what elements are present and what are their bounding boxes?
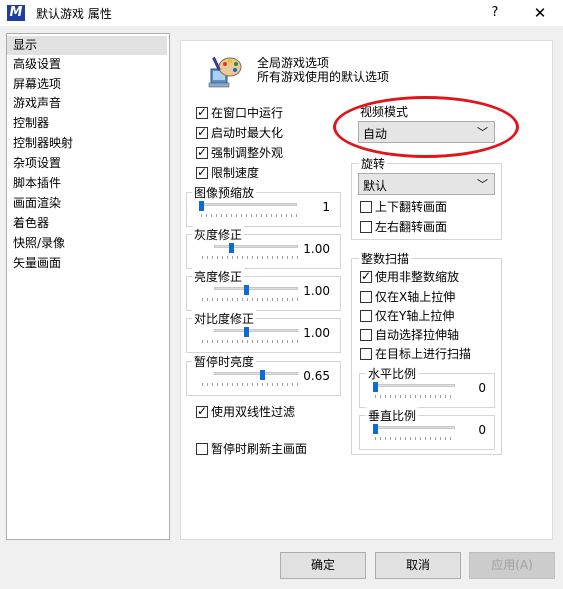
category-list[interactable]: 显示 高级设置 屏幕选项 游戏声音 控制器 控制器映射 杂项设置 脚本插件 画面… bbox=[6, 33, 170, 540]
contrast-track[interactable] bbox=[214, 329, 298, 332]
contrast-thumb[interactable] bbox=[244, 327, 249, 337]
rotation-select[interactable]: 默认 ﹀ bbox=[358, 173, 495, 195]
maximize-label: 启动时最大化 bbox=[211, 126, 284, 140]
h-ratio-label: 水平比例 bbox=[366, 365, 419, 382]
cancel-button[interactable]: 取消 bbox=[375, 552, 461, 579]
highlight-ellipse bbox=[333, 96, 519, 158]
apply-button[interactable]: 应用(A) bbox=[469, 552, 555, 579]
gamma-thumb[interactable] bbox=[229, 243, 234, 253]
auto-axis-checkbox[interactable] bbox=[360, 329, 372, 341]
v-ratio-ticks bbox=[375, 437, 455, 440]
pause-brightness-track[interactable] bbox=[214, 372, 298, 375]
brightness-track[interactable] bbox=[214, 287, 298, 290]
throttle-label: 限制速度 bbox=[211, 166, 260, 180]
throttle-checkbox[interactable] bbox=[196, 165, 208, 179]
maximize-checkbox[interactable] bbox=[196, 125, 208, 139]
nav-item-rendering[interactable]: 画面渲染 bbox=[7, 194, 167, 213]
bilinear-label: 使用双线性过滤 bbox=[211, 405, 296, 419]
prescale-ticks bbox=[201, 214, 297, 217]
nav-item-controllers[interactable]: 控制器 bbox=[7, 114, 167, 133]
pause-brightness-label: 暂停时亮度 bbox=[192, 353, 257, 370]
nav-item-screen[interactable]: 屏幕选项 bbox=[7, 75, 167, 94]
windowed-checkbox[interactable] bbox=[196, 105, 208, 119]
stretch-y-checkbox[interactable] bbox=[360, 310, 372, 322]
refresh-pause-label: 暂停时刷新主画面 bbox=[211, 442, 308, 456]
nonint-checkbox[interactable] bbox=[360, 269, 372, 283]
mame-m-icon: M bbox=[7, 5, 25, 21]
rotation-value: 默认 bbox=[363, 179, 388, 193]
nav-item-misc[interactable]: 杂项设置 bbox=[7, 154, 167, 173]
nav-item-shaders[interactable]: 着色器 bbox=[7, 214, 167, 233]
refresh-pause-checkbox[interactable] bbox=[196, 443, 208, 455]
h-ratio-track[interactable] bbox=[373, 384, 455, 387]
close-button[interactable]: ✕ bbox=[525, 3, 555, 23]
stretch-y-label: 仅在Y轴上拉伸 bbox=[375, 309, 455, 323]
stretch-x-checkbox[interactable] bbox=[360, 291, 372, 303]
pause-brightness-ticks bbox=[202, 383, 298, 386]
help-button[interactable]: ? bbox=[484, 3, 506, 23]
pause-brightness-thumb[interactable] bbox=[260, 370, 265, 380]
on-target-checkbox[interactable] bbox=[360, 348, 372, 360]
palette-computer-icon bbox=[208, 56, 242, 88]
nav-item-controller-mapping[interactable]: 控制器映射 bbox=[7, 134, 167, 153]
contrast-value: 1.00 bbox=[303, 326, 330, 340]
intscale-label: 整数扫描 bbox=[359, 250, 412, 267]
prescale-track[interactable] bbox=[199, 203, 297, 206]
flip-y-checkbox[interactable] bbox=[360, 201, 372, 213]
h-ratio-thumb[interactable] bbox=[373, 382, 378, 392]
nav-item-sound[interactable]: 游戏声音 bbox=[7, 94, 167, 113]
window-title: 默认游戏 属性 bbox=[36, 7, 112, 21]
ok-button[interactable]: 确定 bbox=[280, 552, 366, 579]
nav-item-snapshots[interactable]: 快照/录像 bbox=[7, 234, 167, 253]
keepaspect-checkbox[interactable] bbox=[196, 145, 208, 159]
contrast-label: 对比度修正 bbox=[192, 310, 257, 327]
flip-y-label: 上下翻转画面 bbox=[375, 200, 448, 214]
keepaspect-label: 强制调整外观 bbox=[211, 146, 284, 160]
chevron-down-icon: ﹀ bbox=[477, 178, 488, 191]
gamma-ticks bbox=[202, 256, 298, 259]
on-target-label: 在目标上进行扫描 bbox=[375, 347, 472, 361]
brightness-label: 亮度修正 bbox=[192, 268, 245, 285]
prescale-label: 图像预缩放 bbox=[192, 184, 257, 201]
flip-x-label: 左右翻转画面 bbox=[375, 220, 448, 234]
prescale-thumb[interactable] bbox=[199, 201, 204, 211]
stretch-x-label: 仅在X轴上拉伸 bbox=[375, 290, 456, 304]
pause-brightness-value: 0.65 bbox=[303, 369, 330, 383]
header-subtitle: 所有游戏使用的默认选项 bbox=[257, 70, 390, 84]
nav-item-advanced[interactable]: 高级设置 bbox=[7, 55, 167, 74]
flip-x-checkbox[interactable] bbox=[360, 221, 372, 233]
v-ratio-label: 垂直比例 bbox=[366, 407, 419, 424]
prescale-value: 1 bbox=[322, 200, 330, 214]
h-ratio-ticks bbox=[375, 395, 455, 398]
nonint-label: 使用非整数缩放 bbox=[375, 270, 460, 284]
windowed-label: 在窗口中运行 bbox=[211, 106, 284, 120]
brightness-thumb[interactable] bbox=[244, 285, 249, 295]
h-ratio-value: 0 bbox=[478, 381, 486, 395]
auto-axis-label: 自动选择拉伸轴 bbox=[375, 328, 460, 342]
gamma-track[interactable] bbox=[214, 245, 298, 248]
v-ratio-track[interactable] bbox=[373, 426, 455, 429]
rotation-label: 旋转 bbox=[359, 155, 388, 172]
nav-item-plugins[interactable]: 脚本插件 bbox=[7, 174, 167, 193]
contrast-ticks bbox=[202, 340, 298, 343]
v-ratio-thumb[interactable] bbox=[373, 424, 378, 434]
brightness-value: 1.00 bbox=[303, 284, 330, 298]
bilinear-checkbox[interactable] bbox=[196, 404, 208, 418]
brightness-ticks bbox=[202, 298, 298, 301]
v-ratio-value: 0 bbox=[478, 423, 486, 437]
gamma-value: 1.00 bbox=[303, 242, 330, 256]
nav-item-vector[interactable]: 矢量画面 bbox=[7, 254, 167, 273]
gamma-label: 灰度修正 bbox=[192, 226, 245, 243]
nav-item-display[interactable]: 显示 bbox=[7, 36, 167, 55]
